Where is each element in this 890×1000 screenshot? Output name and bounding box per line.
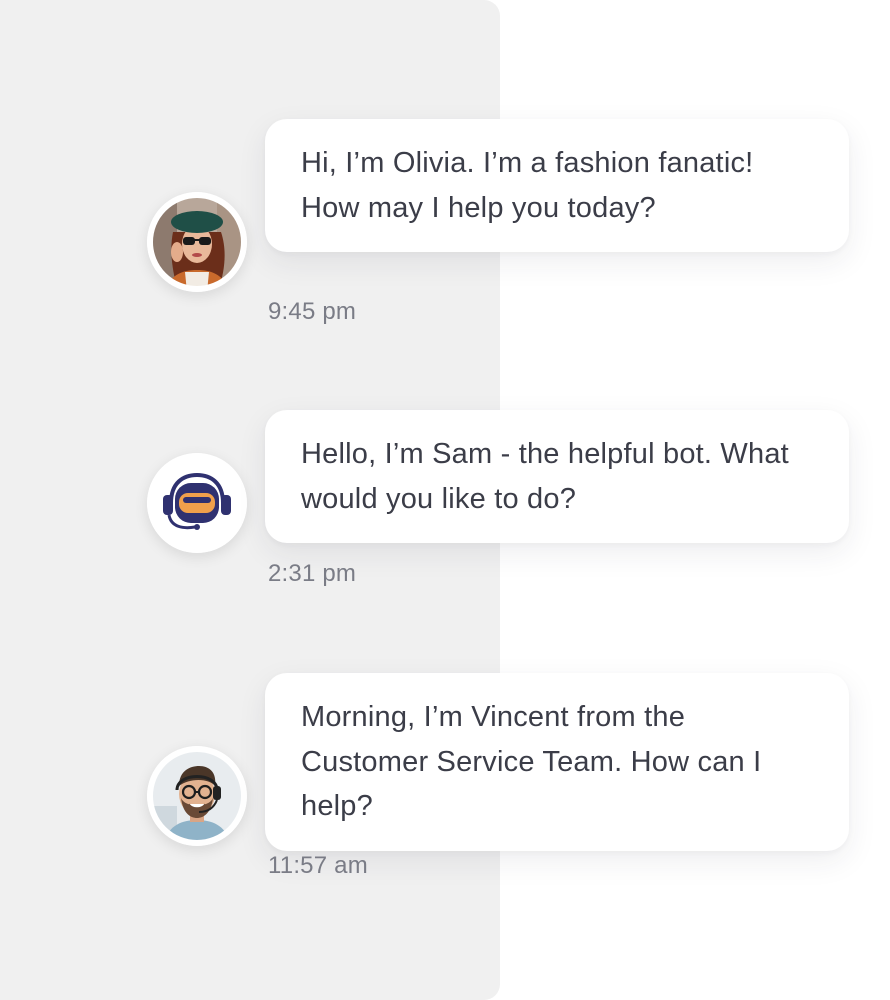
man-headset-avatar-icon [147, 746, 247, 846]
message-timestamp: 11:57 am [268, 852, 368, 879]
message-text: Morning, I’m Vincent from the Customer S… [301, 701, 762, 822]
message-text: Hi, I’m Olivia. I’m a fashion fanatic! H… [301, 147, 754, 224]
robot-headset-icon [147, 453, 247, 553]
message-bubble: Morning, I’m Vincent from the Customer S… [265, 673, 849, 851]
chat-showcase: Hi, I’m Olivia. I’m a fashion fanatic! H… [0, 0, 890, 1000]
message-bubble: Hi, I’m Olivia. I’m a fashion fanatic! H… [265, 119, 849, 252]
woman-avatar-icon [147, 192, 247, 292]
message-timestamp: 9:45 pm [268, 298, 357, 325]
message-bubble: Hello, I’m Sam - the helpful bot. What w… [265, 410, 849, 543]
message-timestamp: 2:31 pm [268, 560, 357, 587]
message-text: Hello, I’m Sam - the helpful bot. What w… [301, 438, 789, 515]
